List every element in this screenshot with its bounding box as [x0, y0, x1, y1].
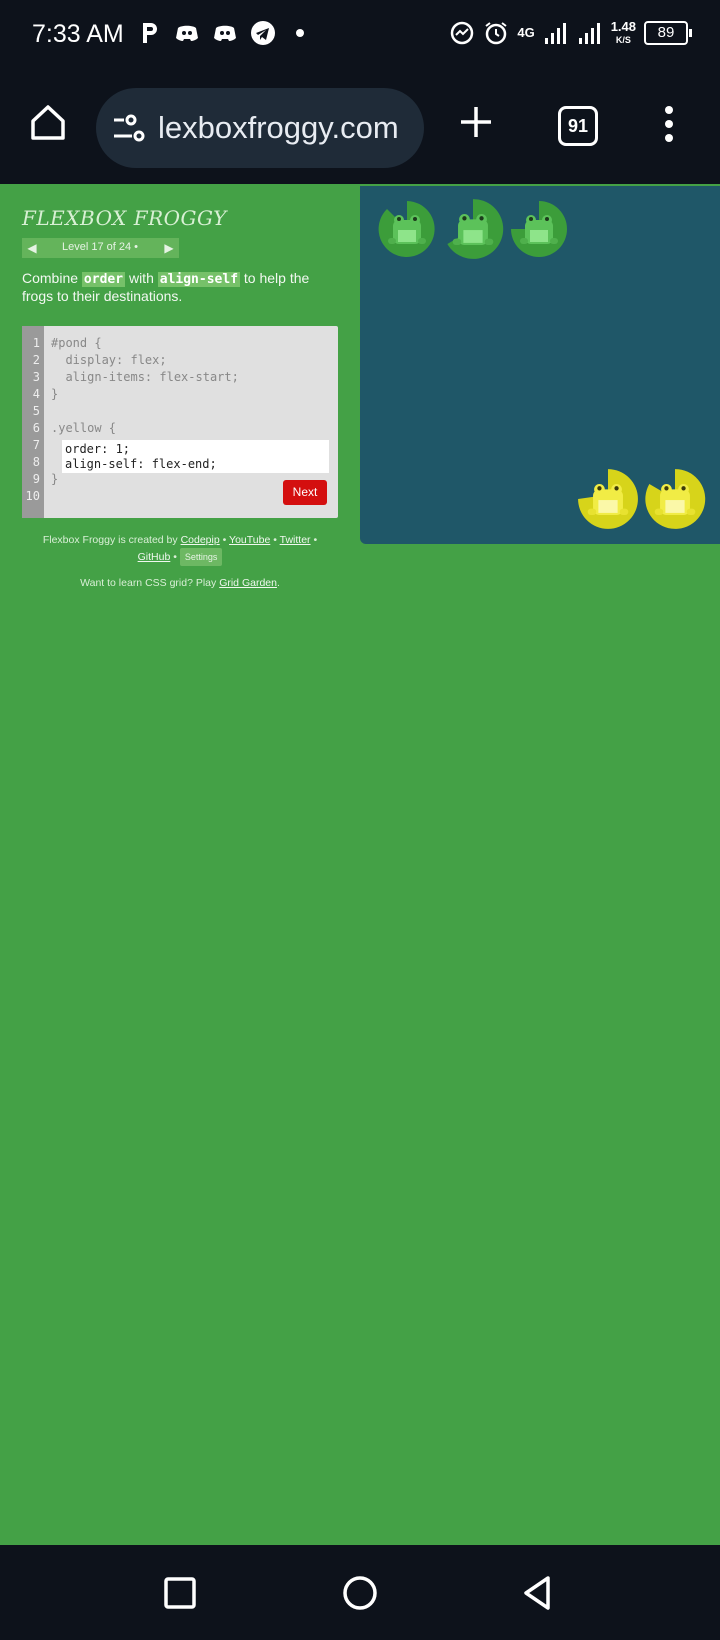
status-bar: 7:33 AM 4G 1.48 K/S 89 [0, 0, 720, 72]
separator: • [270, 534, 280, 546]
youtube-link[interactable]: YouTube [229, 534, 270, 546]
network-speed: 1.48 K/S [610, 18, 636, 46]
code-term-order: order [81, 272, 126, 287]
square-icon[interactable] [162, 1575, 198, 1611]
alarm-icon [485, 22, 507, 45]
line-number: 2 [32, 353, 40, 367]
discord-icon [176, 25, 198, 41]
network-type: 4G [517, 25, 535, 40]
css-input-field[interactable]: order: 1; align-self: flex-end; [62, 440, 329, 473]
line-number: 8 [32, 455, 40, 469]
separator: • [219, 534, 230, 546]
code-line: #pond { [51, 336, 102, 350]
circle-icon[interactable] [342, 1575, 378, 1611]
more-notifications-dot [296, 29, 304, 37]
line-number: 1 [32, 336, 40, 350]
telegram-icon [251, 21, 275, 45]
yellow-frog-icon [645, 469, 706, 529]
green-frog-icon [511, 201, 567, 257]
line-number: 10 [25, 489, 40, 503]
code-line: .yellow { [51, 421, 117, 435]
codepip-link[interactable]: Codepip [181, 534, 220, 546]
status-time: 7:33 AM [32, 20, 124, 48]
signal-icon [544, 23, 566, 44]
promo-text: Want to learn CSS grid? Play [80, 577, 220, 589]
code-line: } [51, 387, 59, 401]
pond [360, 186, 720, 544]
credits-text: Flexbox Froggy is created by [42, 534, 181, 546]
notification-icons [136, 20, 304, 46]
code-term-align-self: align-self [157, 272, 241, 287]
code-line: } [51, 472, 59, 486]
signal-icon-2 [578, 23, 600, 44]
yellow-frog-icon [578, 469, 638, 529]
input-line[interactable]: align-self: flex-end; [65, 457, 217, 471]
github-link[interactable]: GitHub [138, 551, 171, 563]
speed-unit: K/S [615, 34, 631, 45]
level-selector[interactable]: ◀ Level 17 of 24 • ▶ [22, 238, 179, 258]
discord-icon-2 [214, 25, 236, 41]
grid-garden-link[interactable]: Grid Garden [219, 577, 277, 589]
code-line: align-items: flex-start; [51, 370, 239, 384]
line-number: 5 [32, 404, 40, 418]
next-level-arrow[interactable]: ▶ [159, 238, 179, 258]
game-logo: FLEXBOX FROGGY [22, 206, 227, 230]
line-number: 9 [32, 472, 40, 486]
code-line: display: flex; [51, 353, 167, 367]
input-line[interactable]: order: 1; [65, 442, 130, 456]
system-status-icons: 4G 1.48 K/S 89 [449, 18, 692, 46]
twitter-link[interactable]: Twitter [280, 534, 311, 546]
green-frog-icon [378, 201, 435, 257]
promo-suffix: . [276, 577, 280, 589]
line-number-gutter: 1 2 3 4 5 6 7 8 9 10 [22, 326, 44, 518]
system-navigation-bar [0, 1545, 720, 1640]
home-icon[interactable] [28, 102, 68, 142]
line-number: 4 [32, 387, 40, 401]
p-app-icon [143, 23, 157, 43]
instruction-text: Combine [22, 270, 82, 286]
address-bar[interactable]: lexboxfroggy.com [96, 88, 424, 168]
previous-level-arrow[interactable]: ◀ [22, 238, 42, 258]
separator: • [310, 534, 318, 546]
url-text[interactable]: lexboxfroggy.com [158, 110, 399, 146]
instruction-text: with [125, 270, 158, 286]
next-button[interactable]: Next [283, 480, 327, 505]
credits: Flexbox Froggy is created by Codepip • Y… [22, 532, 338, 566]
battery-indicator: 89 [644, 21, 692, 45]
grid-garden-promo: Want to learn CSS grid? Play Grid Garden… [22, 577, 338, 589]
messenger-icon [451, 21, 474, 45]
line-number: 3 [32, 370, 40, 384]
settings-button[interactable]: Settings [179, 548, 223, 566]
speed-value: 1.48 [610, 18, 636, 34]
code-editor: 1 2 3 4 5 6 7 8 9 10 #pond { display: fl… [22, 326, 338, 518]
triangle-back-icon[interactable] [520, 1575, 556, 1611]
separator: • [170, 551, 180, 563]
tab-switcher-button[interactable]: 91 [558, 106, 598, 146]
line-number: 7 [32, 438, 40, 452]
more-vert-icon[interactable] [664, 106, 674, 142]
line-number: 6 [32, 421, 40, 435]
tune-icon[interactable] [112, 114, 146, 144]
plus-icon[interactable] [458, 104, 494, 140]
browser-toolbar: lexboxfroggy.com 91 [0, 72, 720, 184]
level-indicator[interactable]: Level 17 of 24 • [62, 241, 138, 253]
level-instructions: Combine order with align-self to help th… [22, 270, 332, 304]
green-frog-icon [447, 199, 504, 259]
